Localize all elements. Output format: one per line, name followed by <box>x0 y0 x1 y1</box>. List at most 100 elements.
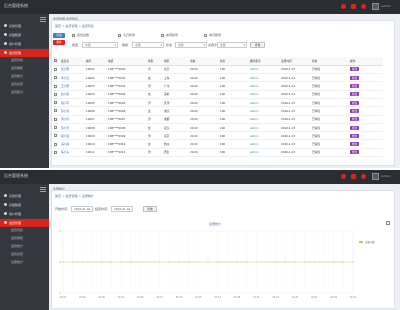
cell-name[interactable]: 张小明 <box>60 65 85 75</box>
column-header[interactable]: 会员名 <box>60 57 85 66</box>
row-checkbox[interactable] <box>54 134 57 138</box>
sidebar-sub-item[interactable]: 会员积分 <box>0 89 49 96</box>
sidebar-sub-item[interactable]: 会员充值 <box>0 251 49 258</box>
edit-button[interactable]: 修改 <box>350 108 360 113</box>
edit-button[interactable]: 修改 <box>350 125 360 130</box>
cell-name[interactable]: 吴小芳 <box>60 123 85 133</box>
cell-name[interactable]: 赵小丽 <box>60 90 85 100</box>
row-checkbox-cell[interactable] <box>53 81 60 91</box>
delete-button[interactable]: 删除 <box>53 40 65 45</box>
add-button[interactable]: 添加 <box>53 33 65 38</box>
row-checkbox-cell[interactable] <box>53 148 60 158</box>
table-row[interactable]: 冯小静 10010 138****0010 女杭州 20.00 100 admin 2016-… <box>53 139 383 149</box>
cell-name[interactable]: 周小伟 <box>60 115 85 124</box>
row-checkbox[interactable] <box>54 67 57 71</box>
status-select[interactable]: 全部 <box>175 42 207 48</box>
sidebar-sub-item[interactable]: 会员统计 <box>0 73 49 80</box>
row-checkbox[interactable] <box>54 92 57 96</box>
edit-button[interactable]: 修改 <box>350 100 360 105</box>
row-checkbox[interactable] <box>54 76 57 80</box>
cell-name[interactable]: 钱小军 <box>60 98 85 108</box>
sidebar-item-basic[interactable]: 基础数据 <box>0 201 49 209</box>
avatar[interactable] <box>372 3 379 10</box>
table-row[interactable]: 吴小芳 10008 138****0008 女武汉 20.00 100 admin 2016-… <box>53 123 383 133</box>
edit-button[interactable]: 修改 <box>350 133 360 138</box>
restore-icon[interactable] <box>386 221 390 225</box>
column-header[interactable]: 性别 <box>147 57 163 66</box>
row-checkbox-cell[interactable] <box>53 139 60 149</box>
type-select[interactable]: 全部 <box>82 42 118 48</box>
sidebar-item-members[interactable]: 会员管理 <box>0 219 49 227</box>
row-checkbox-cell[interactable] <box>53 123 60 133</box>
query-button[interactable]: 查询 <box>250 42 265 48</box>
keyword-select[interactable]: 全部 <box>217 42 247 48</box>
header-checkbox-cell[interactable] <box>53 57 60 66</box>
cell-name[interactable]: 李小红 <box>60 73 85 83</box>
cell-name[interactable]: 王小刚 <box>60 81 85 91</box>
row-action-cell[interactable]: 修改 <box>349 139 383 149</box>
mail-icon[interactable] <box>361 4 366 9</box>
row-action-cell[interactable]: 修改 <box>349 65 383 75</box>
row-checkbox[interactable] <box>54 142 57 146</box>
column-header[interactable]: 注册时间 <box>280 57 311 66</box>
edit-button[interactable]: 修改 <box>350 92 360 97</box>
row-action-cell[interactable]: 修改 <box>349 106 383 116</box>
edit-button[interactable]: 修改 <box>350 84 360 89</box>
query-button[interactable]: 查询 <box>143 206 157 212</box>
table-row[interactable]: 陈小东 10011 138****0011 男西安 20.00 100 admin 2016-… <box>53 148 383 158</box>
edit-button[interactable]: 修改 <box>350 117 360 122</box>
row-action-cell[interactable]: 修改 <box>349 131 383 141</box>
table-row[interactable]: 李小红 10002 138****0002 女上海 20.00 100 admin 2016-… <box>53 73 383 83</box>
edit-button[interactable]: 修改 <box>350 67 360 72</box>
row-action-cell[interactable]: 修改 <box>349 90 383 100</box>
sidebar-item-members[interactable]: 会员管理 <box>0 49 49 57</box>
end-date-input[interactable]: 2016-01-31 <box>111 206 133 212</box>
row-checkbox-cell[interactable] <box>53 131 60 141</box>
sidebar-sub-item[interactable]: 会员列表 <box>0 57 49 64</box>
row-checkbox[interactable] <box>54 84 57 88</box>
table-row[interactable]: 周小伟 10007 138****0007 男成都 20.00 100 admin 2016-… <box>53 115 383 124</box>
notification-icon[interactable] <box>341 4 346 9</box>
edit-button[interactable]: 修改 <box>350 75 360 80</box>
stat-checkbox[interactable] <box>118 34 121 37</box>
sidebar-item-users[interactable]: 用户管理 <box>0 210 49 218</box>
edit-button[interactable]: 修改 <box>350 142 360 147</box>
row-checkbox[interactable] <box>54 150 57 154</box>
sidebar-item-users[interactable]: 用户管理 <box>0 40 49 48</box>
row-checkbox-cell[interactable] <box>53 65 60 75</box>
table-row[interactable]: 孙小燕 10006 138****0006 女重庆 20.00 100 admin 2016-… <box>53 106 383 116</box>
message-icon[interactable] <box>351 174 356 179</box>
stat-checkbox[interactable] <box>72 34 75 37</box>
column-header[interactable]: 状态 <box>311 57 349 66</box>
column-header[interactable]: 编号 <box>85 57 107 66</box>
avatar[interactable] <box>372 173 379 180</box>
row-checkbox[interactable] <box>54 126 57 130</box>
table-row[interactable]: 王小刚 10003 138****0003 男广州 20.00 100 admin 2016-… <box>53 81 383 91</box>
table-row[interactable]: 张小明 10001 138****0001 男北京 20.00 100 admin 2016-… <box>53 65 383 75</box>
start-date-input[interactable]: 2016-01-01 <box>71 206 93 212</box>
table-row[interactable]: 钱小军 10005 138****0005 男天津 20.00 100 admin 2016-… <box>53 98 383 108</box>
cell-name[interactable]: 冯小静 <box>60 139 85 149</box>
row-checkbox[interactable] <box>54 101 57 105</box>
edit-button[interactable]: 修改 <box>350 150 360 155</box>
row-action-cell[interactable]: 修改 <box>349 148 383 158</box>
stat-checkbox[interactable] <box>161 34 164 37</box>
row-checkbox-cell[interactable] <box>53 73 60 83</box>
column-header[interactable]: 地区 <box>163 57 189 66</box>
table-row[interactable]: 赵小丽 10004 138****0004 女深圳 20.00 100 admin 2016-… <box>53 90 383 100</box>
column-header[interactable]: 余额 <box>189 57 219 66</box>
column-header[interactable]: 推荐账号 <box>249 57 280 66</box>
message-icon[interactable] <box>351 4 356 9</box>
column-header[interactable]: 电话 <box>107 57 147 66</box>
sidebar-sub-item[interactable]: 会员列表 <box>0 227 49 234</box>
sidebar-sub-item[interactable]: 会员统计 <box>0 243 49 250</box>
cell-name[interactable]: 陈小东 <box>60 148 85 158</box>
row-checkbox-cell[interactable] <box>53 98 60 108</box>
cell-name[interactable]: 郑小强 <box>60 131 85 141</box>
user-name[interactable]: admin <box>381 174 390 178</box>
sidebar-item-system[interactable]: 系统管理 <box>0 192 49 200</box>
row-checkbox-cell[interactable] <box>53 115 60 124</box>
sidebar-sub-item[interactable]: 注册统计 <box>0 259 49 266</box>
table-row[interactable]: 郑小强 10009 138****0009 男南京 20.00 100 admin 2016-… <box>53 131 383 141</box>
row-checkbox-cell[interactable] <box>53 106 60 116</box>
